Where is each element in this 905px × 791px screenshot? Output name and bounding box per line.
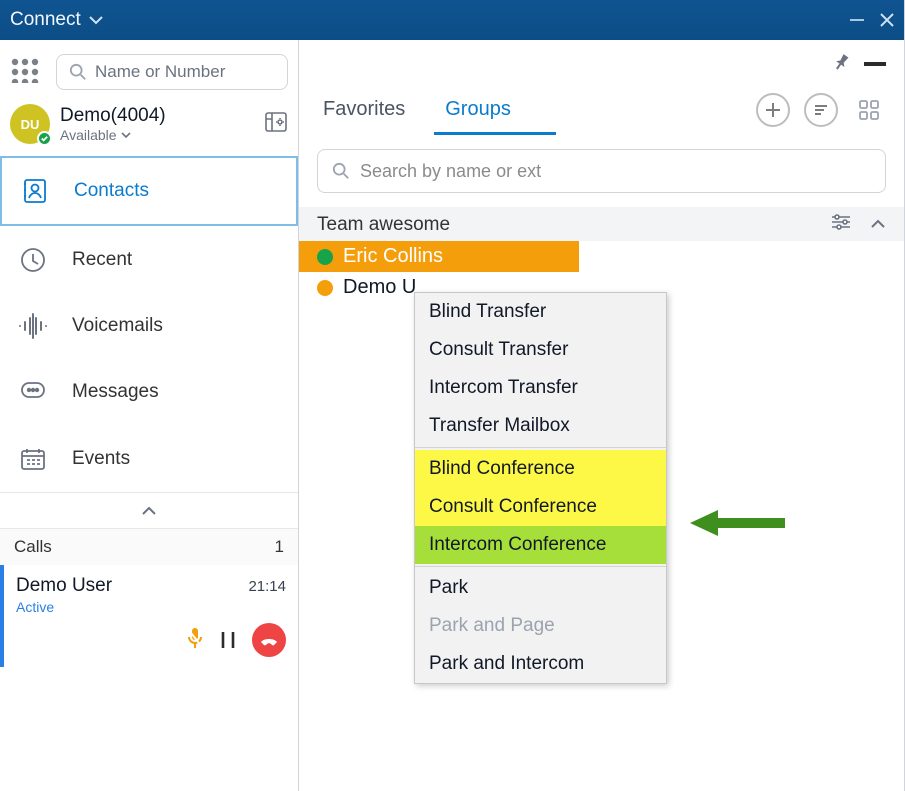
- nav-voicemails-label: Voicemails: [72, 315, 163, 337]
- member-name: Demo U: [343, 276, 416, 299]
- mute-icon[interactable]: [186, 627, 204, 654]
- calls-label: Calls: [14, 537, 52, 557]
- presence-badge: [37, 131, 52, 146]
- events-icon: [16, 444, 50, 474]
- menu-separator: [415, 447, 666, 448]
- title-dropdown-caret[interactable]: [89, 9, 103, 31]
- call-controls: [16, 623, 286, 657]
- nav-contacts-label: Contacts: [74, 180, 149, 202]
- tab-favorites-label: Favorites: [323, 98, 405, 120]
- menu-park-and-page: Park and Page: [415, 607, 666, 645]
- minimize-icon[interactable]: [850, 19, 864, 21]
- menu-consult-conference[interactable]: Consult Conference: [415, 488, 666, 526]
- top-actions: [299, 40, 904, 88]
- menu-park[interactable]: Park: [415, 569, 666, 607]
- tabs: Favorites Groups: [299, 88, 904, 132]
- tab-actions: [756, 93, 886, 127]
- tab-favorites[interactable]: Favorites: [317, 88, 411, 131]
- menu-transfer-mailbox[interactable]: Transfer Mailbox: [415, 407, 666, 445]
- user-text: Demo(4004) Available: [60, 105, 166, 143]
- user-status-label: Available: [60, 127, 117, 143]
- nav-events[interactable]: Events: [0, 425, 298, 492]
- search-row: Name or Number: [0, 40, 298, 104]
- tab-groups-label: Groups: [445, 98, 511, 120]
- search-input[interactable]: Name or Number: [56, 54, 288, 90]
- grid-icon: [858, 99, 880, 121]
- collapse-panel-icon[interactable]: [864, 55, 886, 73]
- user-settings-icon[interactable]: [264, 110, 288, 139]
- nav-messages-label: Messages: [72, 381, 159, 403]
- member-row[interactable]: Eric Collins: [299, 241, 579, 272]
- menu-intercom-transfer[interactable]: Intercom Transfer: [415, 369, 666, 407]
- search-icon: [69, 63, 87, 81]
- titlebar-right: [850, 13, 894, 27]
- calls-bar: Calls 1: [0, 528, 298, 565]
- menu-blind-conference[interactable]: Blind Conference: [415, 450, 666, 488]
- hangup-icon[interactable]: [252, 623, 286, 657]
- sidebar: Name or Number DU Demo(4004) Available: [0, 40, 299, 791]
- group-search-input[interactable]: Search by name or ext: [317, 149, 886, 193]
- messages-icon: [16, 377, 50, 407]
- recent-icon: [16, 245, 50, 275]
- nav-recent[interactable]: Recent: [0, 226, 298, 293]
- search-placeholder: Name or Number: [95, 62, 225, 82]
- dialpad-icon[interactable]: [10, 57, 46, 88]
- menu-blind-transfer[interactable]: Blind Transfer: [415, 293, 666, 331]
- call-status: Active: [16, 599, 286, 615]
- contacts-icon: [18, 176, 52, 206]
- plus-icon: [764, 101, 782, 119]
- menu-intercom-conference[interactable]: Intercom Conference: [415, 526, 666, 564]
- menu-consult-transfer[interactable]: Consult Transfer: [415, 331, 666, 369]
- menu-park-and-intercom[interactable]: Park and Intercom: [415, 645, 666, 683]
- group-settings-icon[interactable]: [830, 213, 852, 237]
- search-icon: [332, 162, 350, 180]
- sort-icon: [812, 101, 830, 119]
- nav: Contacts Recent Voicemails: [0, 156, 298, 528]
- nav-contacts[interactable]: Contacts: [0, 156, 298, 226]
- nav-messages[interactable]: Messages: [0, 358, 298, 425]
- add-group-button[interactable]: [756, 93, 790, 127]
- group-header[interactable]: Team awesome: [299, 207, 904, 241]
- member-name: Eric Collins: [343, 245, 443, 268]
- chevron-up-icon: [141, 505, 157, 517]
- nav-voicemails[interactable]: Voicemails: [0, 293, 298, 358]
- nav-events-label: Events: [72, 448, 130, 470]
- presence-dot: [317, 249, 333, 265]
- avatar[interactable]: DU: [10, 104, 50, 144]
- titlebar-left: Connect: [10, 9, 103, 31]
- user-name: Demo(4004): [60, 105, 166, 127]
- sort-button[interactable]: [804, 93, 838, 127]
- titlebar: Connect: [0, 0, 904, 40]
- annotation-arrow: [690, 508, 785, 538]
- hold-icon[interactable]: [218, 629, 238, 651]
- nav-recent-label: Recent: [72, 249, 132, 271]
- app-title: Connect: [10, 9, 81, 31]
- calls-count: 1: [275, 537, 284, 557]
- user-status[interactable]: Available: [60, 127, 166, 143]
- call-time: 21:14: [248, 578, 286, 595]
- close-icon[interactable]: [880, 13, 894, 27]
- avatar-initials: DU: [21, 117, 40, 132]
- active-call[interactable]: Demo User 21:14 Active: [0, 565, 298, 667]
- pin-icon[interactable]: [825, 48, 856, 80]
- presence-dot: [317, 280, 333, 296]
- call-name: Demo User: [16, 575, 112, 597]
- user-row: DU Demo(4004) Available: [0, 104, 298, 156]
- group-name: Team awesome: [317, 214, 450, 236]
- menu-separator: [415, 566, 666, 567]
- view-grid-button[interactable]: [852, 93, 886, 127]
- group-collapse-icon[interactable]: [870, 214, 886, 236]
- nav-collapse[interactable]: [0, 492, 298, 528]
- context-menu: Blind Transfer Consult Transfer Intercom…: [414, 292, 667, 684]
- group-search-placeholder: Search by name or ext: [360, 161, 541, 182]
- voicemail-icon: [16, 312, 50, 340]
- tab-groups[interactable]: Groups: [439, 88, 517, 131]
